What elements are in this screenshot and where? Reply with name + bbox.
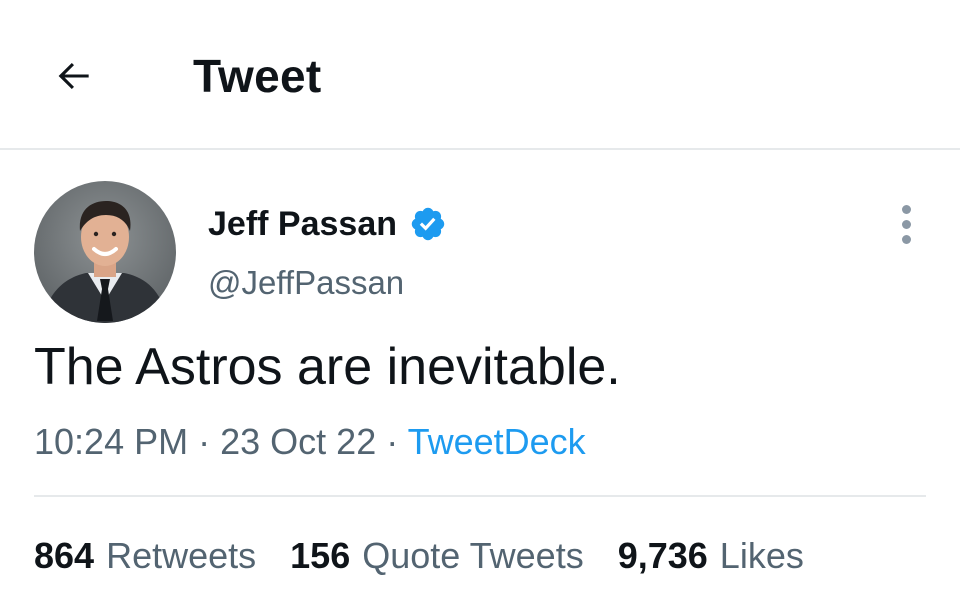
- verified-badge-icon: [411, 207, 445, 241]
- author-name-text: Jeff Passan: [208, 205, 397, 243]
- stat-count: 864: [34, 535, 95, 576]
- meta-separator: ·: [386, 421, 399, 462]
- tweet-text: The Astros are inevitable.: [34, 338, 621, 396]
- more-dot-icon: [901, 219, 911, 229]
- author-handle[interactable]: @JeffPassan: [208, 263, 404, 303]
- divider: [34, 495, 926, 497]
- retweets-stat[interactable]: 864 Retweets: [34, 533, 256, 579]
- page-title: Tweet: [193, 50, 322, 102]
- stat-label: Likes: [719, 535, 804, 576]
- meta-separator: ·: [198, 421, 211, 462]
- author-display-name[interactable]: Jeff Passan: [208, 204, 447, 244]
- arrow-left-icon: [58, 62, 89, 90]
- likes-stat[interactable]: 9,736 Likes: [618, 533, 804, 579]
- stat-count: 9,736: [617, 535, 708, 576]
- back-button[interactable]: [44, 46, 104, 106]
- more-options-button[interactable]: [884, 200, 928, 248]
- tweet-time[interactable]: 10:24 PM: [34, 421, 188, 462]
- more-dot-icon: [901, 204, 911, 214]
- tweet-date[interactable]: 23 Oct 22: [220, 421, 376, 462]
- tweet-stats: 864 Retweets 156 Quote Tweets 9,736 Likes: [34, 533, 838, 579]
- stat-label: Retweets: [106, 535, 257, 576]
- tweet-meta: 10:24 PM · 23 Oct 22 · TweetDeck: [34, 420, 586, 464]
- more-dot-icon: [901, 234, 911, 244]
- stat-label: Quote Tweets: [362, 535, 584, 576]
- quote-tweets-stat[interactable]: 156 Quote Tweets: [290, 533, 584, 579]
- stat-count: 156: [290, 535, 351, 576]
- tweet-source-link[interactable]: TweetDeck: [408, 421, 586, 462]
- tweet-header: Tweet: [0, 0, 960, 150]
- avatar[interactable]: [34, 181, 176, 323]
